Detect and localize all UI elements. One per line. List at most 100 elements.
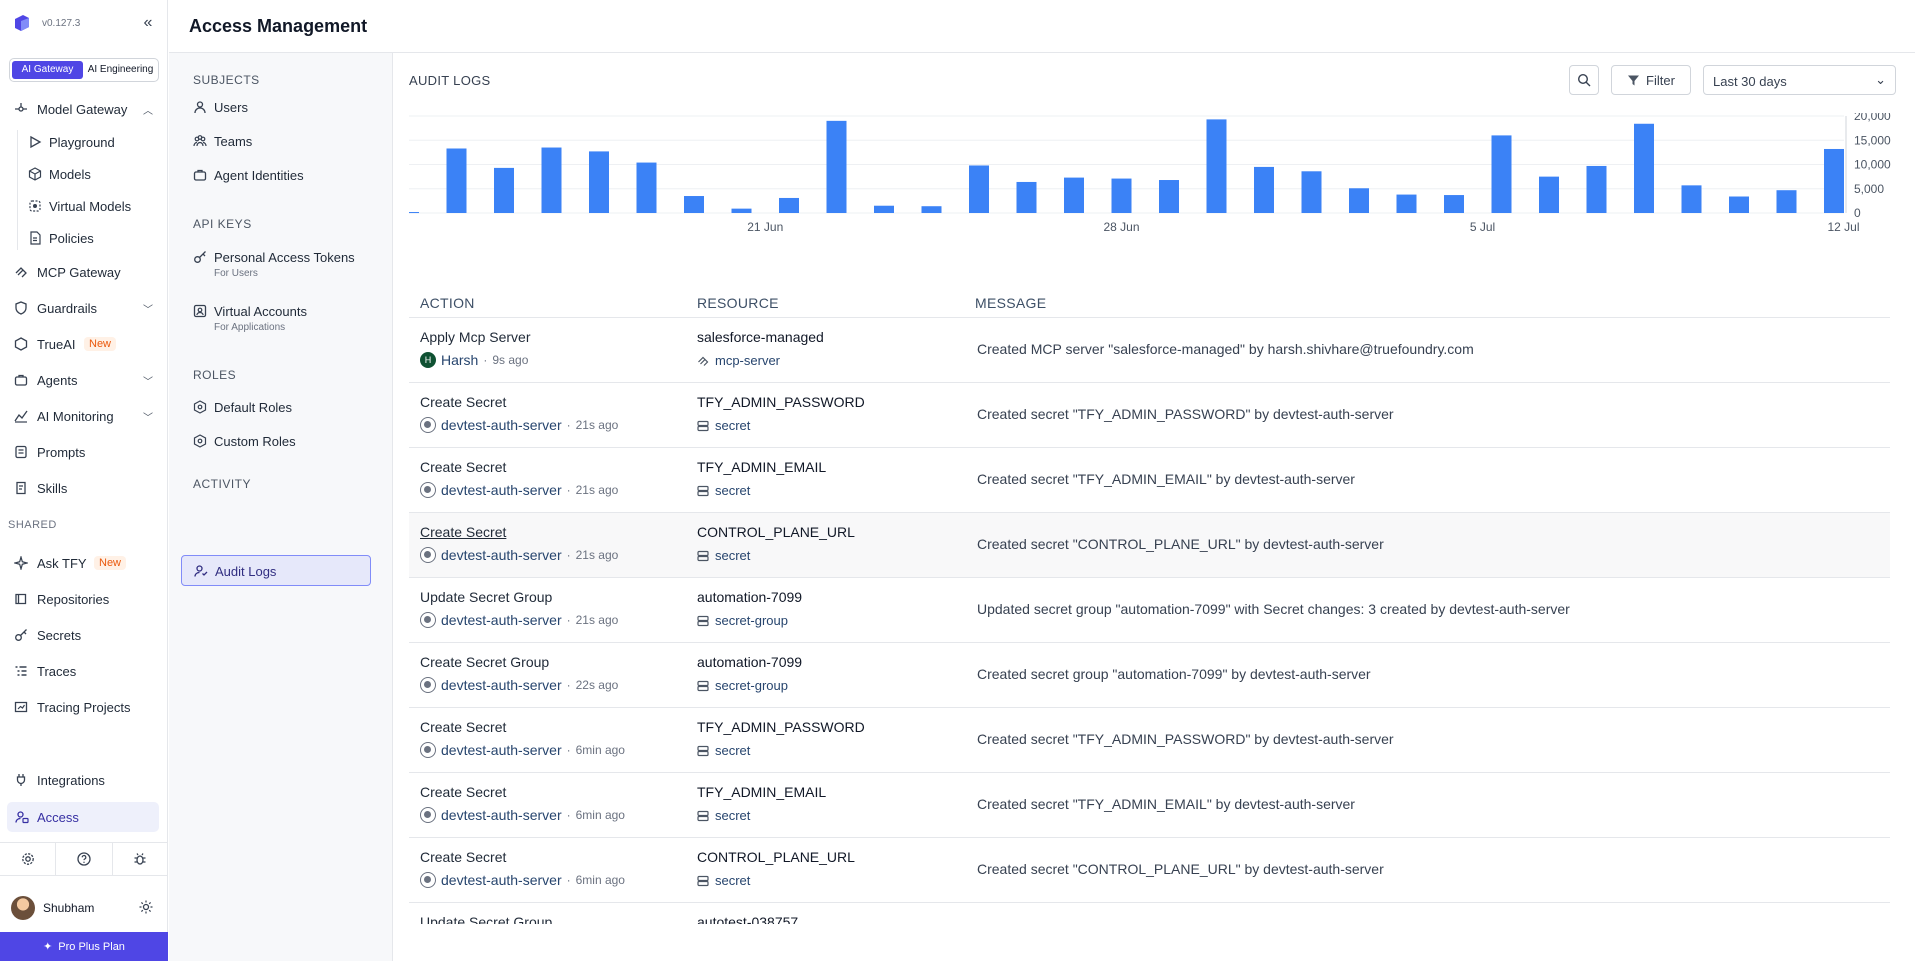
chart-bar[interactable]: [921, 206, 942, 213]
theme-toggle-icon[interactable]: [139, 900, 153, 914]
chart-bar[interactable]: [1539, 176, 1559, 213]
nav-models[interactable]: Models: [0, 159, 168, 189]
chart-bar[interactable]: [446, 148, 467, 213]
subnav-agent-identities[interactable]: Agent Identities: [181, 160, 371, 190]
actor-name[interactable]: devtest-auth-server: [441, 677, 562, 693]
chart-bar[interactable]: [1776, 190, 1797, 213]
subnav-custom-roles[interactable]: Custom Roles: [181, 426, 371, 456]
plan-button[interactable]: ✦ Pro Plus Plan: [0, 932, 168, 961]
chart-bar[interactable]: [541, 147, 562, 213]
actor-name[interactable]: devtest-auth-server: [441, 742, 562, 758]
nav-policies[interactable]: Policies: [0, 223, 168, 253]
actor-name[interactable]: devtest-auth-server: [441, 612, 562, 628]
chart-bar[interactable]: [1016, 181, 1037, 213]
nav-integrations[interactable]: Integrations: [0, 765, 168, 795]
chart-bar[interactable]: [1254, 166, 1274, 213]
action-name[interactable]: Update Secret Group: [420, 589, 552, 605]
table-row[interactable]: Create Secret devtest-auth-server · 6min ag…: [409, 708, 1890, 773]
nav-traces[interactable]: Traces: [0, 656, 168, 686]
table-row[interactable]: Create Secret Group devtest-auth-server · 2…: [409, 643, 1890, 708]
chart-bar[interactable]: [1111, 178, 1132, 213]
chart-bar[interactable]: [731, 208, 752, 213]
table-row[interactable]: Update Secret Group devtest-auth-server · 2…: [409, 578, 1890, 643]
table-row[interactable]: Create Secret devtest-auth-server · 6min ag…: [409, 838, 1890, 903]
truefoundry-logo[interactable]: [12, 13, 32, 33]
column-resource[interactable]: RESOURCE: [697, 295, 779, 311]
time-range-select[interactable]: Last 30 days ⌄: [1703, 65, 1896, 95]
nav-playground[interactable]: Playground: [0, 127, 168, 157]
subnav-default-roles[interactable]: Default Roles: [181, 392, 371, 422]
nav-ai-monitoring[interactable]: AI Monitoring ﹀: [0, 401, 168, 431]
report-bug-button[interactable]: [113, 843, 168, 875]
table-row[interactable]: Create Secret devtest-auth-server · 21s ago…: [409, 383, 1890, 448]
subnav-users[interactable]: Users: [181, 92, 371, 122]
filter-button[interactable]: Filter: [1611, 65, 1691, 95]
chart-bar[interactable]: [1729, 196, 1749, 213]
chart-bar[interactable]: [874, 205, 894, 213]
action-name[interactable]: Create Secret: [420, 719, 506, 735]
settings-button[interactable]: [0, 843, 57, 875]
nav-secrets[interactable]: Secrets: [0, 620, 168, 650]
chart-bar[interactable]: [1064, 177, 1084, 213]
nav-guardrails[interactable]: Guardrails ﹀: [0, 293, 168, 323]
action-name[interactable]: Create Secret: [420, 459, 506, 475]
nav-ask-tfy[interactable]: Ask TFY New: [0, 548, 168, 578]
chart-bar[interactable]: [589, 151, 609, 213]
chart-bar[interactable]: [1444, 195, 1464, 213]
actor-name[interactable]: devtest-auth-server: [441, 417, 562, 433]
actor-name[interactable]: devtest-auth-server: [441, 482, 562, 498]
segment-ai-engineering[interactable]: AI Engineering: [85, 61, 156, 79]
nav-virtual-models[interactable]: Virtual Models: [0, 191, 168, 221]
action-name[interactable]: Update Secret Group: [420, 914, 552, 924]
subnav-teams[interactable]: Teams: [181, 126, 371, 156]
action-name[interactable]: Create Secret: [420, 784, 506, 800]
chart-bar[interactable]: [1159, 180, 1179, 213]
user-profile[interactable]: Shubham: [0, 892, 168, 924]
nav-agents[interactable]: Agents ﹀: [0, 365, 168, 395]
action-name[interactable]: Create Secret: [420, 524, 506, 540]
actor-name[interactable]: devtest-auth-server: [441, 872, 562, 888]
chart-bar[interactable]: [1206, 119, 1227, 213]
table-row[interactable]: Create Secret devtest-auth-server · 21s ago…: [409, 513, 1890, 578]
table-row[interactable]: Apply Mcp Server H Harsh · 9s ago salesforce-…: [409, 318, 1890, 383]
chart-bar[interactable]: [1681, 185, 1702, 213]
subnav-audit-logs[interactable]: Audit Logs: [181, 555, 371, 586]
chart-bar[interactable]: [684, 196, 704, 213]
chart-bar[interactable]: [1491, 135, 1512, 213]
chart-bar[interactable]: [1349, 188, 1369, 213]
chart-bar[interactable]: [826, 120, 847, 213]
chart-bar[interactable]: [1396, 194, 1417, 213]
column-action[interactable]: ACTION: [420, 295, 475, 311]
nav-tracing-projects[interactable]: Tracing Projects: [0, 692, 168, 722]
chart-bar[interactable]: [1634, 123, 1654, 213]
chart-bar[interactable]: [636, 162, 657, 213]
chart-bar[interactable]: [1824, 148, 1844, 213]
nav-skills[interactable]: Skills: [0, 473, 168, 503]
actor-name[interactable]: Harsh: [441, 352, 478, 368]
action-name[interactable]: Create Secret: [420, 394, 506, 410]
search-button[interactable]: [1569, 65, 1599, 95]
segment-ai-gateway[interactable]: AI Gateway: [12, 61, 83, 79]
nav-access[interactable]: Access: [7, 802, 159, 832]
nav-mcp-gateway[interactable]: MCP Gateway: [0, 257, 168, 287]
nav-prompts[interactable]: Prompts: [0, 437, 168, 467]
chart-bar[interactable]: [969, 165, 989, 213]
column-message[interactable]: MESSAGE: [975, 295, 1046, 311]
actor-name[interactable]: devtest-auth-server: [441, 547, 562, 563]
action-name[interactable]: Apply Mcp Server: [420, 329, 530, 345]
action-name[interactable]: Create Secret Group: [420, 654, 549, 670]
chart-bar[interactable]: [409, 212, 419, 214]
table-row[interactable]: Create Secret devtest-auth-server · 21s ago…: [409, 448, 1890, 513]
nav-model-gateway[interactable]: Model Gateway ︿: [0, 94, 168, 124]
chart-bar[interactable]: [779, 197, 799, 213]
subnav-personal-access-tokens[interactable]: Personal Access Tokens For Users: [181, 242, 371, 284]
chart-bar[interactable]: [494, 167, 514, 213]
nav-trueai[interactable]: TrueAI New: [0, 329, 168, 359]
table-row[interactable]: Update Secret Group autotest-038757: [409, 903, 1890, 924]
chart-bar[interactable]: [1586, 165, 1607, 213]
help-button[interactable]: [56, 843, 113, 875]
table-row[interactable]: Create Secret devtest-auth-server · 6min ag…: [409, 773, 1890, 838]
action-name[interactable]: Create Secret: [420, 849, 506, 865]
nav-repositories[interactable]: Repositories: [0, 584, 168, 614]
actor-name[interactable]: devtest-auth-server: [441, 807, 562, 823]
